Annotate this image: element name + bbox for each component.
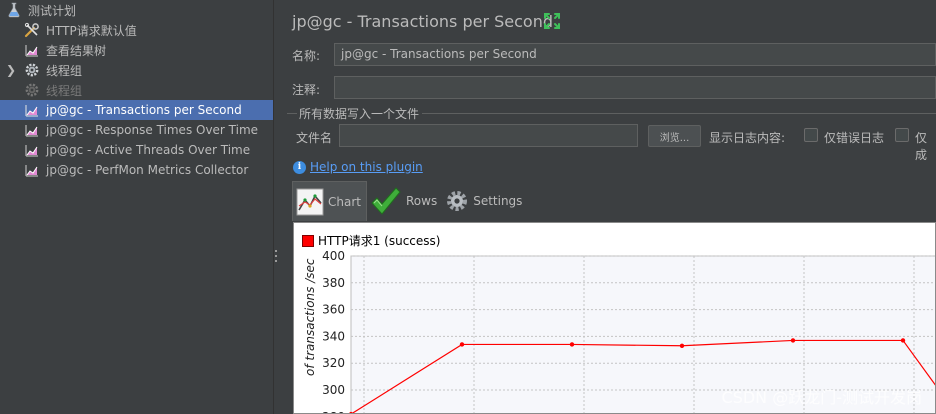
- y-tick-label: 300: [322, 383, 345, 397]
- tree-item-label: HTTP请求默认值: [46, 23, 137, 38]
- y-tick-label: 340: [322, 329, 345, 343]
- graph-listener-icon: [25, 165, 38, 177]
- tree-item-label: jp@gc - Response Times Over Time: [46, 123, 259, 137]
- wrench-scissors-icon: [24, 22, 39, 38]
- checkmark-icon: [371, 187, 401, 215]
- watermark: CSDN @跃龙门-测试开发岗: [721, 388, 922, 407]
- y-tick-label: 380: [322, 276, 345, 290]
- legend-label: HTTP请求1 (success): [318, 234, 441, 248]
- y-tick-label: 280: [322, 410, 345, 414]
- tab-bar: Chart Rows Settings: [292, 181, 527, 221]
- errors-only-label: 仅错误日志: [824, 131, 885, 145]
- tree-item-test-plan[interactable]: 测试计划: [6, 0, 76, 20]
- log-content-label: 显示日志内容:: [709, 131, 786, 145]
- gear-icon: [25, 63, 39, 77]
- data-point: [790, 338, 796, 343]
- graph-listener-icon: [25, 45, 38, 57]
- help-link-row[interactable]: i Help on this plugin: [293, 160, 423, 174]
- group-border: [422, 113, 936, 114]
- panel-title: jp@gc - Transactions per Second: [292, 12, 553, 31]
- name-label: 名称:: [292, 49, 321, 63]
- group-border: [287, 113, 297, 114]
- browse-button[interactable]: 浏览...: [648, 125, 701, 147]
- tab-settings[interactable]: Settings: [442, 181, 527, 221]
- comment-field[interactable]: [334, 76, 936, 99]
- tree-item-label: 测试计划: [28, 3, 77, 18]
- tab-label: Settings: [473, 194, 523, 208]
- tree-item-http-defaults[interactable]: HTTP请求默认值: [24, 20, 137, 40]
- comment-label: 注释:: [292, 83, 321, 97]
- tree-item-label: jp@gc - Active Threads Over Time: [46, 143, 251, 157]
- tree-item-response-times[interactable]: jp@gc - Response Times Over Time: [24, 120, 258, 140]
- tree-item-thread-group[interactable]: ❯ 线程组: [0, 60, 273, 80]
- y-tick-label: 360: [322, 303, 345, 317]
- group-title: 所有数据写入一个文件: [299, 107, 420, 121]
- flask-icon: [8, 2, 20, 18]
- filename-field[interactable]: [339, 124, 638, 147]
- tree-item-thread-group-disabled[interactable]: 线程组: [24, 80, 82, 100]
- tab-label: Rows: [405, 194, 438, 208]
- tree-item-transactions-per-second[interactable]: jp@gc - Transactions per Second: [0, 100, 273, 120]
- help-link[interactable]: Help on this plugin: [310, 160, 423, 174]
- data-point: [459, 342, 465, 347]
- tree-item-label: 线程组: [46, 63, 83, 78]
- y-axis-label: of transactions /sec: [303, 258, 317, 376]
- chevron-right-icon[interactable]: ❯: [6, 63, 16, 77]
- graph-listener-icon: [25, 105, 38, 117]
- chart-icon: [296, 188, 324, 215]
- success-only-label: 仅成: [915, 131, 928, 162]
- tree-item-label: 查看结果树: [46, 43, 107, 58]
- settings-gear-icon: [447, 191, 468, 211]
- expand-icon[interactable]: [543, 12, 561, 30]
- test-plan-tree[interactable]: 测试计划 HTTP请求默认值 查看结果树 ❯ 线程组 线程组 jp@gc - T…: [0, 0, 273, 414]
- errors-only-checkbox[interactable]: [804, 128, 818, 142]
- data-point: [569, 342, 575, 347]
- tree-item-view-results-tree[interactable]: 查看结果树: [24, 40, 106, 60]
- tree-item-perfmon[interactable]: jp@gc - PerfMon Metrics Collector: [24, 160, 248, 180]
- data-point: [679, 343, 685, 348]
- element-panel: jp@gc - Transactions per Second 名称: jp@g…: [279, 0, 936, 414]
- info-icon: i: [293, 160, 306, 174]
- tab-chart[interactable]: Chart: [292, 181, 367, 221]
- tab-rows[interactable]: Rows: [367, 181, 442, 221]
- tree-item-label: jp@gc - PerfMon Metrics Collector: [46, 163, 249, 177]
- gear-disabled-icon: [25, 83, 39, 97]
- y-tick-label: 320: [322, 356, 345, 370]
- name-field[interactable]: jp@gc - Transactions per Second: [334, 43, 936, 66]
- success-only-checkbox[interactable]: [895, 128, 909, 142]
- legend-swatch: [302, 234, 314, 247]
- y-tick-label: 400: [322, 249, 345, 263]
- filename-label: 文件名: [296, 131, 333, 145]
- tab-label: Chart: [328, 194, 361, 209]
- tree-item-active-threads[interactable]: jp@gc - Active Threads Over Time: [24, 140, 250, 160]
- tree-item-label: 线程组: [46, 83, 83, 98]
- graph-listener-icon: [25, 125, 38, 137]
- graph-listener-icon: [25, 145, 38, 157]
- splitter-grip[interactable]: [275, 250, 278, 266]
- tree-item-label: jp@gc - Transactions per Second: [46, 103, 242, 117]
- data-point: [900, 338, 906, 343]
- chart-legend: HTTP请求1 (success): [302, 232, 440, 249]
